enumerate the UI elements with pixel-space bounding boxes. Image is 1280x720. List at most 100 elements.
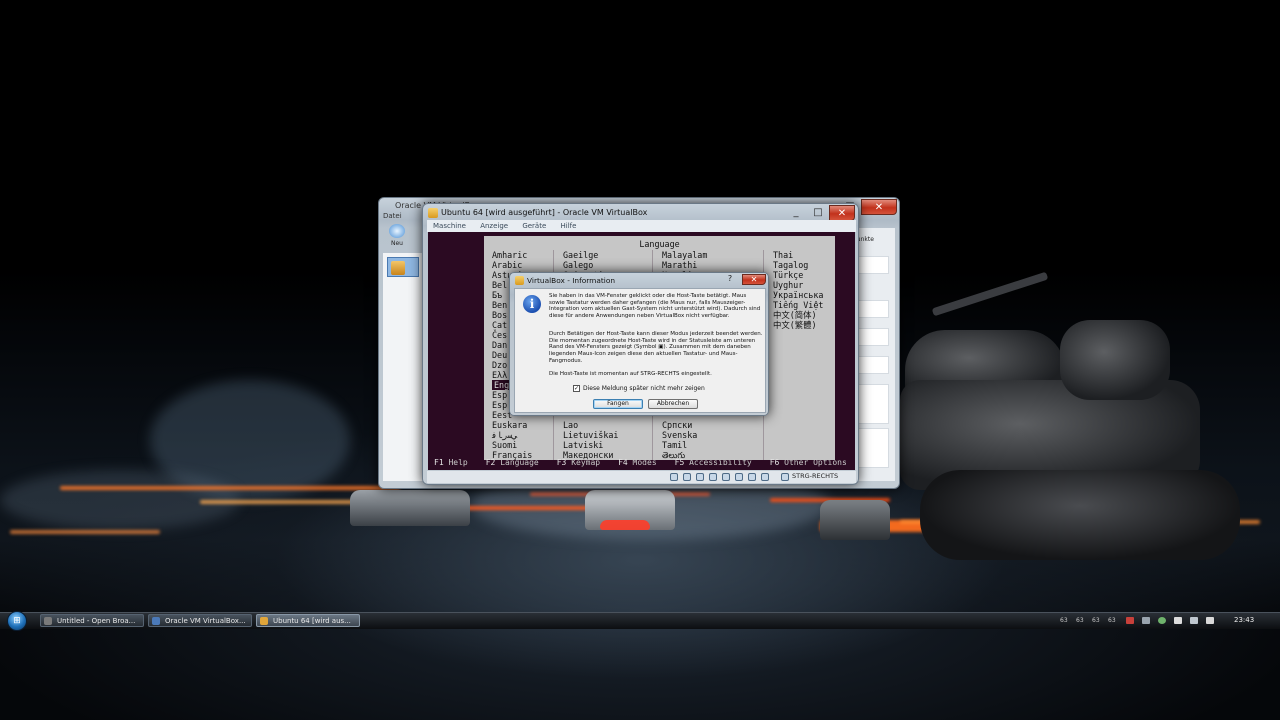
language-option[interactable]: Amharic xyxy=(492,250,537,260)
language-option[interactable]: Tamil xyxy=(662,440,707,450)
message-paragraph-1: Sie haben in das VM-Fenster geklickt ode… xyxy=(549,293,761,320)
menu-maschine[interactable]: Maschine xyxy=(433,222,466,230)
virtualbox-icon xyxy=(515,276,524,285)
fkey-key: F6 xyxy=(769,458,780,467)
start-button[interactable]: ⊞ xyxy=(5,611,29,631)
tray-app-icon[interactable] xyxy=(1126,617,1134,624)
fkey-key: F1 xyxy=(434,458,444,467)
tray-app-icon[interactable] xyxy=(1174,617,1182,624)
clock[interactable]: 23:43 xyxy=(1234,616,1254,624)
language-option[interactable]: Türkçe xyxy=(773,270,823,280)
taskbar-button-label: Oracle VM VirtualBox... xyxy=(165,617,246,625)
video-capture-icon xyxy=(748,473,756,481)
fkey-label: Modes xyxy=(627,458,657,467)
fkey-label: Other Options xyxy=(779,458,847,467)
fkey-key: F5 xyxy=(674,458,685,467)
checkbox-label: Diese Meldung später nicht mehr zeigen xyxy=(583,385,705,392)
menu-geraete[interactable]: Geräte xyxy=(522,222,546,230)
taskbar-button-virtualbox-manager[interactable]: Oracle VM VirtualBox... xyxy=(148,614,252,627)
new-vm-icon[interactable] xyxy=(389,224,405,238)
language-option[interactable]: Arabic xyxy=(492,260,537,270)
language-option[interactable]: 中文(简体) xyxy=(773,310,823,320)
fkey-f6[interactable]: F6 Other Options xyxy=(770,458,855,467)
menu-datei[interactable]: Datei xyxy=(383,212,423,222)
language-option[interactable]: Gaeilge xyxy=(563,250,618,260)
language-option[interactable]: ﻲﺳﺭﺎﻓ xyxy=(492,430,537,440)
help-button[interactable]: ? xyxy=(720,274,740,285)
capture-button[interactable]: Fangen xyxy=(593,399,643,409)
vm-list-item-ubuntu[interactable] xyxy=(387,257,419,277)
fkey-label: Keymap xyxy=(566,458,601,467)
language-option[interactable]: Tagalog xyxy=(773,260,823,270)
language-option[interactable]: Euskara xyxy=(492,420,537,430)
tray-item[interactable]: 63 xyxy=(1060,616,1068,625)
app-icon xyxy=(152,617,160,625)
fkey-key: F4 xyxy=(618,458,628,467)
language-menu-header: Language xyxy=(639,239,680,249)
language-option[interactable]: Uyghur xyxy=(773,280,823,290)
fkey-f2[interactable]: F2 Language xyxy=(486,458,548,467)
language-option[interactable]: Marathi xyxy=(662,260,707,270)
hdd-icon xyxy=(670,473,678,481)
language-option[interactable]: Lao xyxy=(563,420,618,430)
fkey-f1[interactable]: F1 Help xyxy=(434,458,477,467)
tray-app-icon[interactable] xyxy=(1158,617,1166,624)
mouse-integration-icon xyxy=(761,473,769,481)
language-option[interactable]: Suomi xyxy=(492,440,537,450)
network-icon[interactable] xyxy=(1190,617,1198,624)
new-vm-label: Neu xyxy=(391,240,403,247)
cd-icon xyxy=(683,473,691,481)
message-paragraph-3: Die Host-Taste ist momentan auf STRG-REC… xyxy=(549,371,712,377)
function-key-bar: F1 Help F2 Language F3 Keymap F4 Modes F5 Ac… xyxy=(434,458,854,467)
windows-orb-icon: ⊞ xyxy=(7,611,27,631)
fkey-f4[interactable]: F4 Modes xyxy=(618,458,666,467)
minimize-button[interactable]: _ xyxy=(785,205,807,221)
app-icon xyxy=(44,617,52,625)
ubuntu-vm-icon xyxy=(391,261,405,275)
menu-hilfe[interactable]: Hilfe xyxy=(561,222,577,230)
close-button[interactable]: ✕ xyxy=(742,274,766,285)
taskbar-button-ubuntu-vm[interactable]: Ubuntu 64 [wird aus... xyxy=(256,614,360,627)
maximize-button[interactable]: □ xyxy=(807,205,829,221)
fkey-label: Accessibility xyxy=(684,458,752,467)
toolbar: Neu xyxy=(383,222,423,252)
dialog-title: VirtualBox - Information xyxy=(527,276,616,285)
language-option[interactable]: Lietuviškai xyxy=(563,430,618,440)
language-option[interactable]: Thai xyxy=(773,250,823,260)
taskbar-button-openbroadcaster[interactable]: Untitled - Open Broa... xyxy=(40,614,144,627)
language-option[interactable]: Latviski xyxy=(563,440,618,450)
language-option[interactable]: Українська xyxy=(773,290,823,300)
network-icon xyxy=(722,473,730,481)
tray-app-icon[interactable] xyxy=(1142,617,1150,624)
menu-anzeige[interactable]: Anzeige xyxy=(480,222,508,230)
app-icon xyxy=(260,617,268,625)
checkbox-box[interactable]: ✓ xyxy=(573,385,580,392)
message-paragraph-2: Durch Betätigen der Host-Taste kann dies… xyxy=(549,331,763,364)
language-option[interactable]: Tiếng Việt xyxy=(773,300,823,310)
dialog-body: i Sie haben in das VM-Fenster geklickt o… xyxy=(514,288,766,413)
language-option[interactable]: Svenska xyxy=(662,430,707,440)
tray-item[interactable]: 63 xyxy=(1092,616,1100,625)
close-button[interactable]: ✕ xyxy=(861,199,897,215)
information-dialog[interactable]: VirtualBox - Information ? ✕ i Sie haben… xyxy=(509,272,769,416)
language-option[interactable]: 中文(繁體) xyxy=(773,320,823,330)
dont-show-again-checkbox[interactable]: ✓ Diese Meldung später nicht mehr zeigen xyxy=(573,385,705,392)
vm-menubar: Maschine Anzeige Geräte Hilfe xyxy=(427,220,856,232)
fkey-key: F2 xyxy=(485,458,496,467)
fkey-label: Language xyxy=(495,458,539,467)
volume-icon[interactable] xyxy=(1206,617,1214,624)
language-option[interactable]: Српски xyxy=(662,420,707,430)
taskbar-button-label: Untitled - Open Broa... xyxy=(57,617,136,625)
language-option[interactable]: Galego xyxy=(563,260,618,270)
fkey-f3[interactable]: F3 Keymap xyxy=(557,458,609,467)
information-icon: i xyxy=(523,295,541,313)
taskbar-button-label: Ubuntu 64 [wird aus... xyxy=(273,617,351,625)
fkey-f5[interactable]: F5 Accessibility xyxy=(675,458,761,467)
language-option[interactable]: Malayalam xyxy=(662,250,707,260)
close-button[interactable]: ✕ xyxy=(829,205,855,221)
usb-icon xyxy=(696,473,704,481)
vm-list xyxy=(383,253,423,481)
cancel-button[interactable]: Abbrechen xyxy=(648,399,698,409)
tray-item[interactable]: 63 xyxy=(1108,616,1116,625)
tray-item[interactable]: 63 xyxy=(1076,616,1084,625)
